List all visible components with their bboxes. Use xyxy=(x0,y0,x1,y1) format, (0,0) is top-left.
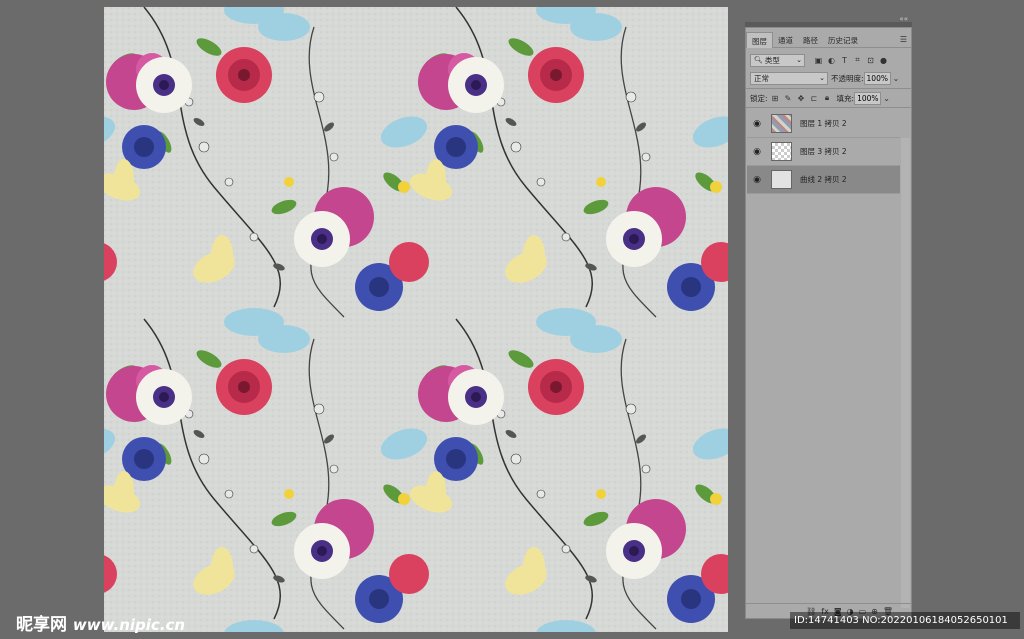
panel-tabs: 图层 通道 路径 历史记录 xyxy=(746,32,911,48)
layer-name[interactable]: 图层 3 拷贝 2 xyxy=(800,146,847,157)
layers-scrollbar[interactable] xyxy=(901,138,910,608)
lock-row: 锁定: ⊞ ✎ ✥ ⊏ 🔒︎ 填充: 100% ⌄ xyxy=(750,90,907,106)
blend-mode-select[interactable]: 正常 ⌄ xyxy=(750,71,828,85)
lock-label: 锁定: xyxy=(750,93,768,103)
chevron-down-icon[interactable]: ⌄ xyxy=(881,93,892,104)
divider xyxy=(746,107,911,108)
tab-channels[interactable]: 通道 xyxy=(773,32,798,47)
watermark-id: ID:14741403 NO:20220106184052650101 xyxy=(790,612,1020,629)
collapse-icon[interactable]: «« xyxy=(899,16,908,23)
search-icon: 🔍︎ xyxy=(754,56,763,64)
lock-image-icon[interactable]: ✎ xyxy=(783,93,794,104)
blend-mode-value: 正常 xyxy=(754,73,769,83)
divider xyxy=(746,88,911,89)
tab-paths[interactable]: 路径 xyxy=(798,32,823,47)
visibility-eye-icon[interactable]: ◉ xyxy=(751,119,763,129)
layer-row-selected[interactable]: ◉ 曲线 2 拷贝 2 xyxy=(747,166,900,194)
lock-position-icon[interactable]: ✥ xyxy=(796,93,807,104)
layer-name[interactable]: 曲线 2 拷贝 2 xyxy=(800,174,847,185)
pixel-filter-icon[interactable]: ▣ xyxy=(813,55,824,66)
fill-label: 填充: xyxy=(836,93,855,103)
floral-pattern-artwork xyxy=(104,7,728,632)
panel-menu-icon[interactable]: ☰ xyxy=(900,35,907,44)
filter-toggle-icon[interactable]: ● xyxy=(878,55,889,66)
layer-filter-select[interactable]: 🔍︎ 类型 ⌄ xyxy=(750,53,805,67)
adjustment-filter-icon[interactable]: ◐ xyxy=(826,55,837,66)
watermark-logo: 昵享网 www.nipic.cn xyxy=(16,610,185,635)
chevron-down-icon[interactable]: ⌄ xyxy=(891,73,902,84)
smart-object-filter-icon[interactable]: ⊡ xyxy=(865,55,876,66)
layer-thumbnail xyxy=(771,114,792,133)
watermark-url: www.nipic.cn xyxy=(72,616,186,634)
document-canvas[interactable] xyxy=(104,7,728,632)
layer-name[interactable]: 图层 1 拷贝 2 xyxy=(800,118,847,129)
visibility-eye-icon[interactable]: ◉ xyxy=(751,175,763,185)
lock-artboard-icon[interactable]: ⊏ xyxy=(809,93,820,104)
lock-all-icon[interactable]: 🔒︎ xyxy=(822,93,833,104)
filter-row: 🔍︎ 类型 ⌄ ▣ ◐ T ⌗ ⊡ ● xyxy=(750,52,907,68)
shape-filter-icon[interactable]: ⌗ xyxy=(852,55,863,66)
layer-row[interactable]: ◉ 图层 3 拷贝 2 xyxy=(747,138,900,166)
visibility-eye-icon[interactable]: ◉ xyxy=(751,147,763,157)
chevron-down-icon: ⌄ xyxy=(819,73,825,82)
layer-thumbnail xyxy=(771,142,792,161)
layer-filter-label: 类型 xyxy=(764,55,780,65)
watermark-brand: 昵享网 xyxy=(16,615,67,635)
tab-history[interactable]: 历史记录 xyxy=(823,32,863,47)
opacity-label: 不透明度: xyxy=(831,73,864,83)
tab-layers[interactable]: 图层 xyxy=(746,32,773,48)
chevron-down-icon: ⌄ xyxy=(796,55,802,64)
layers-panel: 图层 通道 路径 历史记录 ☰ 🔍︎ 类型 ⌄ ▣ ◐ T ⌗ ⊡ ● 正常 ⌄… xyxy=(745,27,912,619)
type-filter-icon[interactable]: T xyxy=(839,55,850,66)
blend-row: 正常 ⌄ 不透明度: 100% ⌄ xyxy=(750,70,907,86)
layer-thumbnail xyxy=(771,170,792,189)
lock-transparent-icon[interactable]: ⊞ xyxy=(770,93,781,104)
opacity-input[interactable]: 100% xyxy=(863,71,891,85)
fill-input[interactable]: 100% xyxy=(854,91,882,105)
layer-row[interactable]: ◉ 图层 1 拷贝 2 xyxy=(747,110,900,138)
